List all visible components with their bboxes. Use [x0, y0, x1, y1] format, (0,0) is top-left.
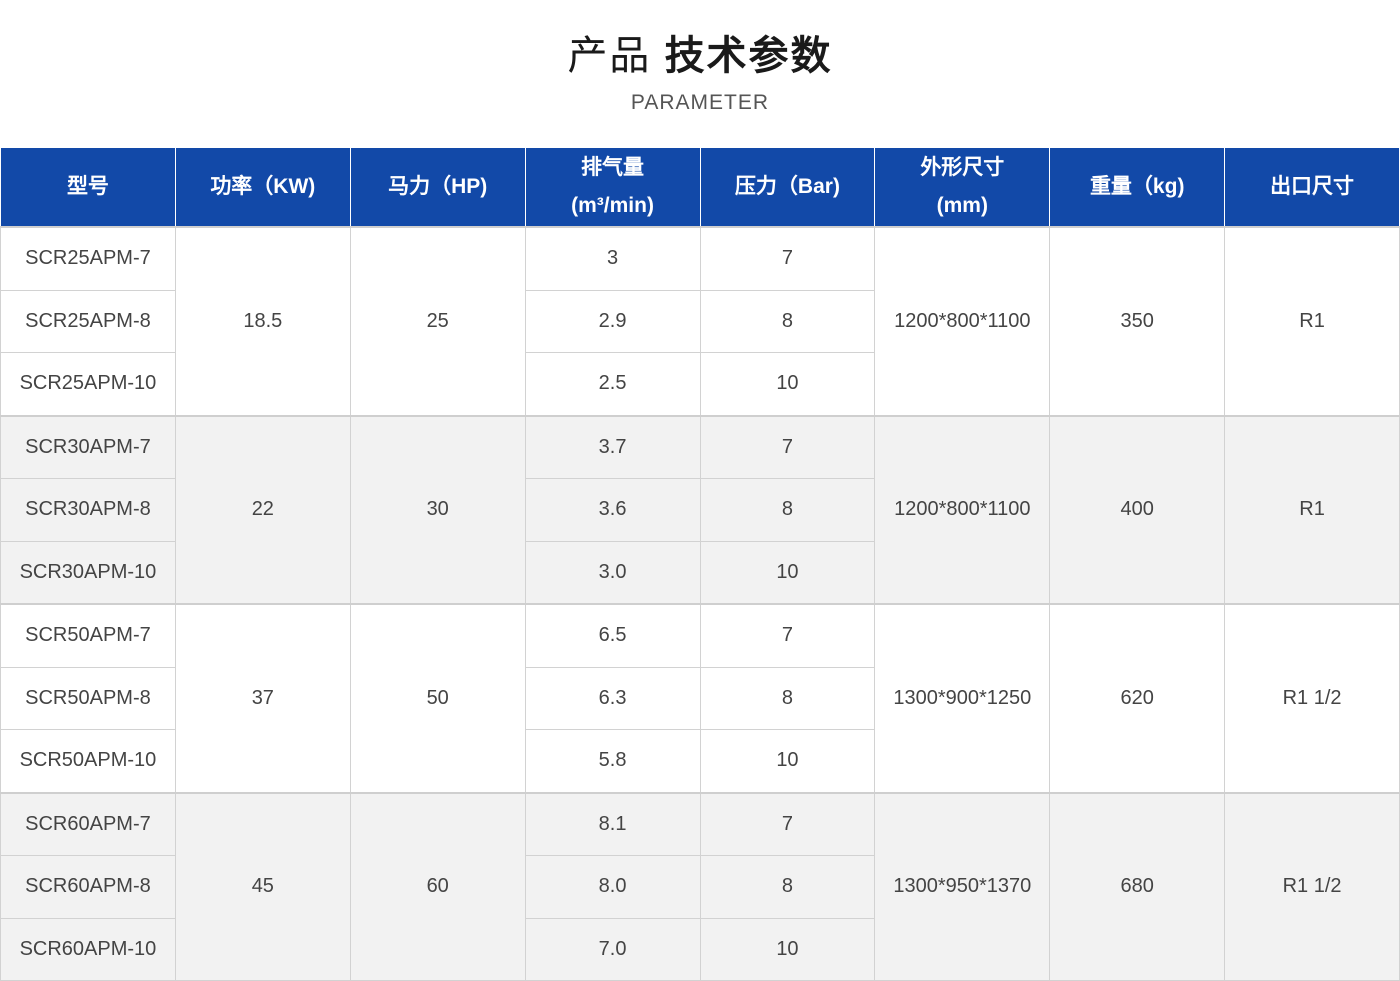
column-header-power: 功率（KW) — [174, 147, 351, 228]
cell-power: 22 — [174, 414, 351, 605]
cell-model: SCR25APM-10 — [0, 352, 176, 416]
cell-horsepower: 50 — [349, 603, 526, 793]
cell-pressure: 10 — [699, 729, 876, 793]
cell-horsepower: 25 — [349, 226, 526, 416]
cell-outlet-size: R1 — [1224, 414, 1400, 605]
cell-model: SCR50APM-7 — [0, 603, 176, 668]
cell-air-delivery: 7.0 — [524, 917, 701, 981]
table-body: SCR25APM-7 18.5 25 3 7 1200*800*1100 350 R1 SCR2… — [0, 226, 1400, 981]
cell-model: SCR30APM-8 — [0, 478, 176, 542]
cell-dimensions: 1300*900*1250 — [874, 603, 1051, 793]
cell-power: 45 — [174, 791, 351, 981]
cell-air-delivery: 3.6 — [524, 478, 701, 542]
column-header-weight: 重量（kg) — [1049, 147, 1226, 228]
cell-air-delivery: 5.8 — [524, 729, 701, 793]
cell-model: SCR25APM-7 — [0, 226, 176, 291]
cell-pressure: 7 — [699, 414, 876, 479]
table-row: SCR25APM-7 18.5 25 3 7 1200*800*1100 350 R1 — [0, 226, 1400, 416]
title-prefix: 产品 — [567, 34, 652, 78]
cell-weight: 680 — [1049, 791, 1226, 981]
table-row: SCR30APM-7 22 30 3.7 7 1200*800*1100 400 R1 — [0, 414, 1400, 605]
cell-power: 18.5 — [174, 226, 351, 416]
cell-weight: 400 — [1049, 414, 1226, 605]
column-header-air-delivery: 排气量 (m³/min) — [524, 147, 701, 228]
cell-outlet-size: R1 1/2 — [1224, 603, 1400, 793]
cell-air-delivery: 3 — [524, 226, 701, 291]
table-row: SCR60APM-7 45 60 8.1 7 1300*950*1370 680 R1 1/2 — [0, 791, 1400, 981]
cell-air-delivery: 2.5 — [524, 352, 701, 416]
column-header-outlet-size: 出口尺寸 — [1224, 147, 1400, 228]
cell-power: 37 — [174, 603, 351, 793]
cell-weight: 350 — [1049, 226, 1226, 416]
table-header-row: 型号 功率（KW) 马力（HP) 排气量 (m³/min) 压力（Bar) 外形尺… — [0, 147, 1400, 228]
parameter-table: 型号 功率（KW) 马力（HP) 排气量 (m³/min) 压力（Bar) 外形尺… — [0, 147, 1400, 981]
page-title: 产品 技术参数 — [0, 30, 1400, 82]
column-header-pressure: 压力（Bar) — [699, 147, 876, 228]
title-main: 技术参数 — [664, 34, 833, 78]
cell-air-delivery: 6.3 — [524, 666, 701, 730]
column-header-model: 型号 — [0, 147, 176, 228]
cell-dimensions: 1300*950*1370 — [874, 791, 1051, 981]
page-subtitle: PARAMETER — [630, 91, 770, 114]
cell-pressure: 7 — [699, 226, 876, 291]
cell-model: SCR50APM-8 — [0, 666, 176, 730]
cell-pressure: 8 — [699, 478, 876, 542]
cell-model: SCR30APM-7 — [0, 414, 176, 479]
cell-model: SCR50APM-10 — [0, 729, 176, 793]
cell-air-delivery: 6.5 — [524, 603, 701, 668]
cell-pressure: 7 — [699, 791, 876, 856]
cell-weight: 620 — [1049, 603, 1226, 793]
cell-dimensions: 1200*800*1100 — [874, 226, 1051, 416]
cell-pressure: 8 — [699, 855, 876, 919]
cell-air-delivery: 8.1 — [524, 791, 701, 856]
cell-pressure: 10 — [699, 540, 876, 605]
cell-model: SCR30APM-10 — [0, 540, 176, 605]
table-row: SCR50APM-7 37 50 6.5 7 1300*900*1250 620 R1 1/2 — [0, 603, 1400, 793]
cell-model: SCR60APM-8 — [0, 855, 176, 919]
cell-pressure: 7 — [699, 603, 876, 668]
cell-outlet-size: R1 — [1224, 226, 1400, 416]
cell-air-delivery: 8.0 — [524, 855, 701, 919]
cell-horsepower: 30 — [349, 414, 526, 605]
cell-model: SCR25APM-8 — [0, 289, 176, 353]
cell-model: SCR60APM-10 — [0, 917, 176, 981]
cell-pressure: 10 — [699, 352, 876, 416]
cell-pressure: 8 — [699, 666, 876, 730]
cell-dimensions: 1200*800*1100 — [874, 414, 1051, 605]
cell-horsepower: 60 — [349, 791, 526, 981]
cell-pressure: 10 — [699, 917, 876, 981]
column-header-dimensions: 外形尺寸 (mm) — [874, 147, 1051, 228]
cell-model: SCR60APM-7 — [0, 791, 176, 856]
column-header-horsepower: 马力（HP) — [349, 147, 526, 228]
cell-air-delivery: 3.0 — [524, 540, 701, 605]
cell-pressure: 8 — [699, 289, 876, 353]
cell-air-delivery: 3.7 — [524, 414, 701, 479]
cell-air-delivery: 2.9 — [524, 289, 701, 353]
cell-outlet-size: R1 1/2 — [1224, 791, 1400, 981]
